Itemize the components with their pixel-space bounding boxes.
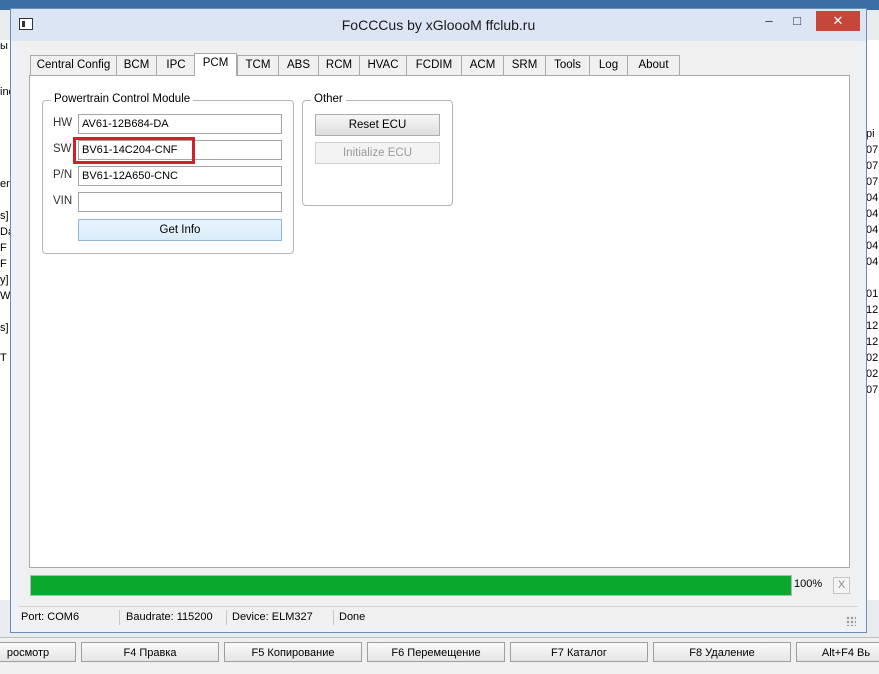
bg-right-text: 07 — [866, 160, 879, 172]
pcm-groupbox: Powertrain Control Module HW AV61-12B684… — [42, 93, 294, 254]
tab-tcm[interactable]: TCM — [237, 55, 279, 75]
bg-right-text: 12 — [866, 320, 879, 332]
pcm-tab-panel: Powertrain Control Module HW AV61-12B684… — [29, 75, 850, 568]
bg-left-text: s] — [0, 322, 9, 334]
bg-right-text: 07 — [866, 384, 879, 396]
tab-hvac[interactable]: HVAC — [359, 55, 407, 75]
get-info-button[interactable]: Get Info — [78, 219, 282, 241]
bg-left-text: F — [0, 242, 7, 254]
window-title: FoCCCus by xGloooM ffclub.ru — [341, 17, 536, 33]
fkey-f3-view-button[interactable]: росмотр — [0, 642, 76, 662]
bg-right-text: 04 — [866, 224, 879, 236]
tab-srm[interactable]: SRM — [503, 55, 546, 75]
status-state: Done — [339, 611, 366, 623]
tab-pcm[interactable]: PCM — [194, 53, 237, 76]
vin-label: VIN — [53, 195, 73, 207]
bg-right-text: 12 — [866, 304, 879, 316]
maximize-button[interactable]: □ — [784, 11, 810, 31]
progress-percent: 100% — [794, 578, 823, 590]
bg-right-text: 01 — [866, 288, 879, 300]
bg-right-text: 12 — [866, 336, 879, 348]
pn-field[interactable]: BV61-12A650-CNC — [78, 166, 282, 186]
bg-right-text: 02 — [866, 368, 879, 380]
bg-right-text: 04 — [866, 192, 879, 204]
bg-right-text: рi — [866, 128, 875, 140]
bg-right-text: 02 — [866, 352, 879, 364]
status-device: Device: ELM327 — [232, 611, 313, 623]
cancel-button[interactable]: X — [833, 577, 850, 594]
bg-left-text: T — [0, 352, 7, 364]
pn-label: P/N — [53, 169, 73, 181]
fkey-f8-delete-button[interactable]: F8 Удаление — [653, 642, 791, 662]
sw-label: SW — [53, 143, 72, 155]
bg-right-text: 07 — [866, 176, 879, 188]
status-baudrate: Baudrate: 115200 — [126, 611, 213, 623]
bg-right-text: 07 — [866, 144, 879, 156]
fkey-f5-copy-button[interactable]: F5 Копирование — [224, 642, 362, 662]
bg-left-text: s] — [0, 210, 9, 222]
bg-left-text: F — [0, 258, 7, 270]
tab-fcdim[interactable]: FCDIM — [406, 55, 462, 75]
vin-field[interactable] — [78, 192, 282, 212]
background-left-panel: ы ine. ent s] Da F F y] Wo s] T 52 — [0, 40, 10, 600]
status-separator — [226, 610, 227, 625]
function-key-bar: росмотр F4 Правка F5 Копирование F6 Пере… — [0, 637, 879, 674]
client-area: Central Config BCM IPC PCM TCM ABS RCM H… — [19, 41, 858, 627]
title-bar[interactable]: FoCCCus by xGloooM ffclub.ru – □ ✕ — [11, 9, 866, 41]
bg-right-text: 04 — [866, 256, 879, 268]
other-group-title: Other — [311, 93, 346, 105]
status-bar: Port: COM6 Baudrate: 115200 Device: ELM3… — [19, 606, 858, 628]
initialize-ecu-button[interactable]: Initialize ECU — [315, 142, 440, 164]
other-groupbox: Other Reset ECU Initialize ECU — [302, 93, 453, 206]
main-window: FoCCCus by xGloooM ffclub.ru – □ ✕ Centr… — [10, 8, 867, 633]
fkey-alt-f4-exit-button[interactable]: Alt+F4 Вь — [796, 642, 879, 662]
hw-field[interactable]: AV61-12B684-DA — [78, 114, 282, 134]
tab-rcm[interactable]: RCM — [318, 55, 360, 75]
progress-bar — [30, 575, 792, 596]
status-port: Port: COM6 — [21, 611, 80, 623]
bg-right-text: 04 — [866, 208, 879, 220]
tab-log[interactable]: Log — [589, 55, 628, 75]
status-separator — [119, 610, 120, 625]
bg-left-text: Da — [0, 226, 10, 238]
progress-fill — [31, 576, 791, 595]
tab-central-config[interactable]: Central Config — [30, 55, 117, 75]
bg-left-text: Wo — [0, 290, 10, 302]
tab-about[interactable]: About — [627, 55, 680, 75]
fkey-f4-edit-button[interactable]: F4 Правка — [81, 642, 219, 662]
bg-left-text: ы — [0, 40, 8, 52]
minimize-button[interactable]: – — [756, 11, 782, 31]
bg-left-text: y] — [0, 274, 9, 286]
bg-right-text: 04 — [866, 240, 879, 252]
hw-label: HW — [53, 117, 73, 129]
resize-grip[interactable] — [846, 616, 856, 626]
status-separator — [333, 610, 334, 625]
bg-left-text: ent — [0, 178, 10, 190]
fkey-f6-move-button[interactable]: F6 Перемещение — [367, 642, 505, 662]
pcm-group-title: Powertrain Control Module — [51, 93, 194, 105]
sw-highlight-box — [73, 137, 195, 164]
fkey-f7-mkdir-button[interactable]: F7 Каталог — [510, 642, 648, 662]
bg-left-text: ine. — [0, 86, 10, 98]
reset-ecu-button[interactable]: Reset ECU — [315, 114, 440, 136]
tab-abs[interactable]: ABS — [278, 55, 319, 75]
tab-bcm[interactable]: BCM — [116, 55, 157, 75]
tab-ipc[interactable]: IPC — [156, 55, 196, 75]
tab-acm[interactable]: ACM — [461, 55, 504, 75]
close-button[interactable]: ✕ — [816, 11, 860, 31]
tab-tools[interactable]: Tools — [545, 55, 590, 75]
